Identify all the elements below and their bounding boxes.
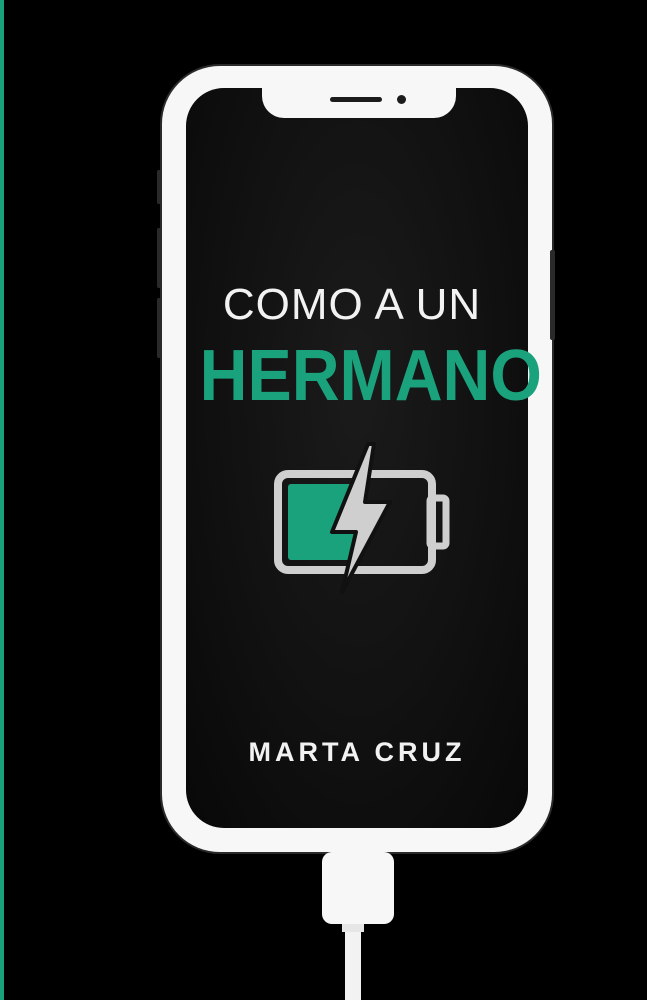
side-button-mute xyxy=(157,170,162,204)
title-line-2: HERMANO xyxy=(199,336,542,416)
speaker-grille xyxy=(330,97,382,102)
charging-cable-icon xyxy=(322,852,394,1000)
side-button-volume-up xyxy=(157,228,162,288)
title-line-1: COMO A UN xyxy=(222,280,482,329)
author-name: MARTA CRUZ xyxy=(248,737,466,767)
side-button-volume-down xyxy=(157,298,162,358)
cable-connector xyxy=(322,852,394,924)
cable-wire xyxy=(345,932,361,1000)
charging-battery-icon xyxy=(274,442,450,594)
spine-accent-line xyxy=(0,0,4,1000)
phone-notch xyxy=(262,86,456,118)
cable-strain-relief xyxy=(342,924,364,932)
battery-terminal xyxy=(426,494,450,550)
side-button-power xyxy=(550,250,555,340)
front-camera xyxy=(397,95,406,104)
